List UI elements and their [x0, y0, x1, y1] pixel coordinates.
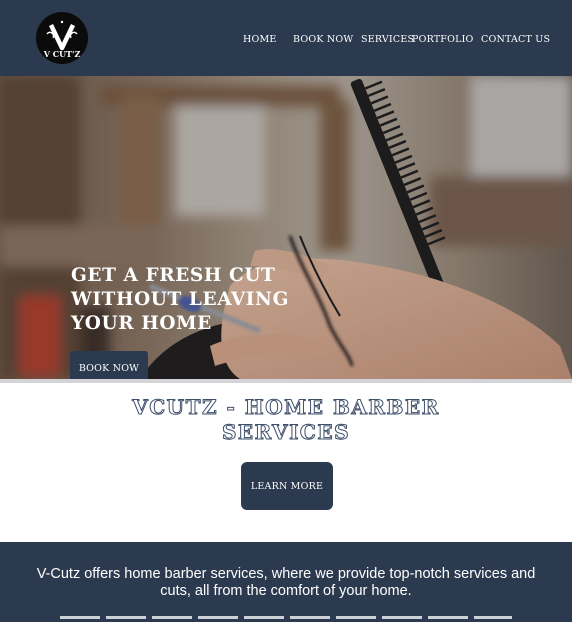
nav-portfolio[interactable]: PORTFOLIO: [412, 33, 474, 47]
hero-divider: [0, 379, 572, 383]
nav-contact-us[interactable]: CONTACT US: [481, 33, 550, 47]
main-nav: HOME BOOK NOW SERVICES PORTFOLIO CONTACT…: [0, 0, 572, 76]
about-section: V-Cutz offers home barber services, wher…: [0, 542, 572, 622]
about-next-line-cutoff: [60, 616, 512, 619]
hero-title: GET A FRESH CUT WITHOUT LEAVING YOUR HOM…: [71, 265, 289, 334]
nav-services[interactable]: SERVICES: [361, 33, 414, 47]
learn-more-button[interactable]: LEARN MORE: [241, 462, 333, 510]
hero-banner: GET A FRESH CUT WITHOUT LEAVING YOUR HOM…: [0, 76, 572, 379]
hero-book-now-button[interactable]: BOOK NOW: [70, 351, 148, 379]
site-header: V CUT'Z HOME BOOK NOW SERVICES PORTFOLIO…: [0, 0, 572, 76]
nav-book-now[interactable]: BOOK NOW: [293, 33, 353, 47]
services-title: VCUTZ - HOME BARBER SERVICES: [132, 395, 440, 445]
nav-home[interactable]: HOME: [243, 33, 277, 47]
about-text: V-Cutz offers home barber services, wher…: [36, 566, 536, 599]
